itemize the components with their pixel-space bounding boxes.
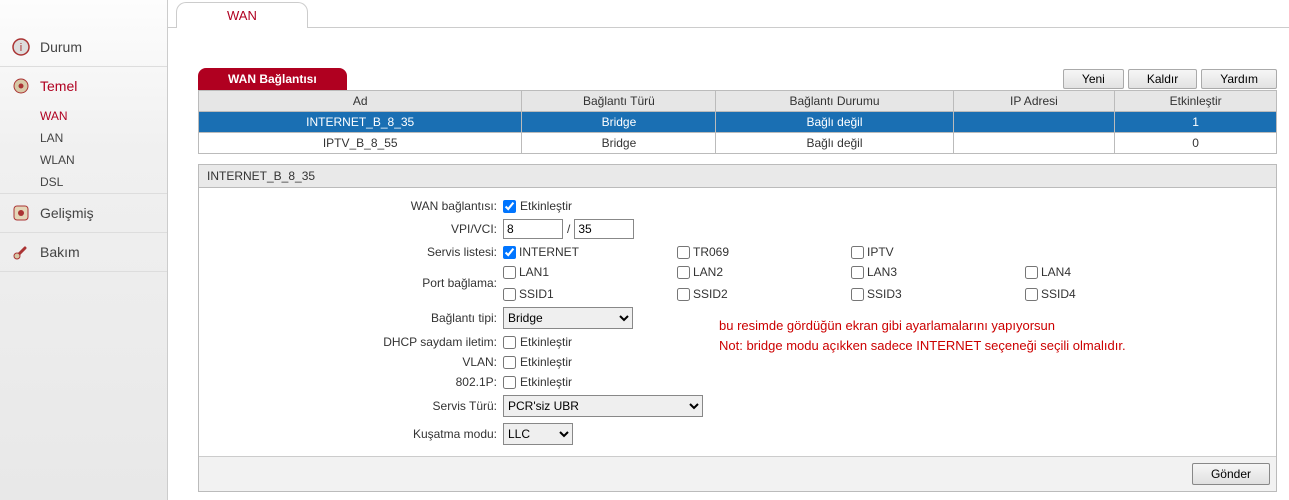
label-wan-conn: WAN bağlantısı: [203, 199, 503, 213]
nav-advanced-label: Gelişmiş [40, 205, 94, 221]
advanced-icon [10, 202, 32, 224]
nav-maintenance-label: Bakım [40, 244, 80, 260]
remove-button[interactable]: Kaldır [1128, 69, 1197, 89]
tab-wan[interactable]: WAN [176, 2, 308, 28]
help-button[interactable]: Yardım [1201, 69, 1277, 89]
dhcp-checkbox[interactable] [503, 336, 516, 349]
nav-maintenance[interactable]: Bakım [0, 233, 167, 271]
connections-table: Ad Bağlantı Türü Bağlantı Durumu IP Adre… [198, 90, 1277, 154]
gear-icon [10, 75, 32, 97]
nav-sub-lan[interactable]: LAN [0, 127, 167, 149]
maintenance-icon [10, 241, 32, 263]
label-service-type: Servis Türü: [203, 399, 503, 413]
vpi-vci-sep: / [567, 222, 570, 236]
encap-select[interactable]: LLC [503, 423, 573, 445]
nav-sub-dsl[interactable]: DSL [0, 171, 167, 193]
port-lan1-checkbox[interactable] [503, 266, 516, 279]
panel-title: INTERNET_B_8_35 [199, 165, 1276, 188]
p8021-checkbox[interactable] [503, 376, 516, 389]
col-ip: IP Adresi [953, 91, 1115, 112]
section-title: WAN Bağlantısı [198, 68, 347, 90]
port-ssid2-checkbox[interactable] [677, 288, 690, 301]
wan-enable-checkbox[interactable] [503, 200, 516, 213]
vpi-input[interactable] [503, 219, 563, 239]
label-encap: Kuşatma modu: [203, 427, 503, 441]
port-ssid1-checkbox[interactable] [503, 288, 516, 301]
new-button[interactable]: Yeni [1063, 69, 1124, 89]
service-tr069-checkbox[interactable] [677, 246, 690, 259]
label-dhcp: DHCP saydam iletim: [203, 335, 503, 349]
nav-status-label: Durum [40, 39, 82, 55]
annotation-note: bu resimde gördüğün ekran gibi ayarlamal… [719, 316, 1126, 355]
vlan-checkbox[interactable] [503, 356, 516, 369]
port-ssid3-checkbox[interactable] [851, 288, 864, 301]
label-8021p: 802.1P: [203, 375, 503, 389]
nav-status[interactable]: i Durum [0, 28, 167, 66]
tab-strip: WAN [168, 0, 1289, 28]
wan-enable-text: Etkinleştir [520, 199, 572, 213]
label-vlan: VLAN: [203, 355, 503, 369]
col-type: Bağlantı Türü [522, 91, 716, 112]
col-status: Bağlantı Durumu [716, 91, 953, 112]
nav-basic[interactable]: Temel [0, 67, 167, 105]
port-lan4-checkbox[interactable] [1025, 266, 1038, 279]
col-name: Ad [199, 91, 522, 112]
form-panel: INTERNET_B_8_35 WAN bağlantısı: Etkinleş… [198, 164, 1277, 492]
sidebar: i Durum Temel WAN LAN WLAN DSL Gelişm [0, 0, 168, 500]
nav-sub-wlan[interactable]: WLAN [0, 149, 167, 171]
vci-input[interactable] [574, 219, 634, 239]
label-port-bind: Port bağlama: [203, 276, 503, 290]
conn-type-select[interactable]: Bridge [503, 307, 633, 329]
port-lan3-checkbox[interactable] [851, 266, 864, 279]
label-service-list: Servis listesi: [203, 245, 503, 259]
label-conn-type: Bağlantı tipi: [203, 311, 503, 325]
port-lan2-checkbox[interactable] [677, 266, 690, 279]
table-row[interactable]: INTERNET_B_8_35 Bridge Bağlı değil 1 [199, 112, 1277, 133]
table-row[interactable]: IPTV_B_8_55 Bridge Bağlı değil 0 [199, 133, 1277, 154]
label-vpi-vci: VPI/VCI: [203, 222, 503, 236]
svg-text:i: i [20, 42, 22, 54]
nav-sub-wan[interactable]: WAN [0, 105, 167, 127]
service-internet-checkbox[interactable] [503, 246, 516, 259]
col-enable: Etkinleştir [1115, 91, 1277, 112]
service-iptv-checkbox[interactable] [851, 246, 864, 259]
main: WAN WAN Bağlantısı Yeni Kaldır Yardım Ad… [168, 0, 1289, 500]
service-type-select[interactable]: PCR'siz UBR [503, 395, 703, 417]
status-icon: i [10, 36, 32, 58]
nav-basic-label: Temel [40, 78, 77, 94]
submit-button[interactable]: Gönder [1192, 463, 1270, 485]
port-ssid4-checkbox[interactable] [1025, 288, 1038, 301]
nav-advanced[interactable]: Gelişmiş [0, 194, 167, 232]
